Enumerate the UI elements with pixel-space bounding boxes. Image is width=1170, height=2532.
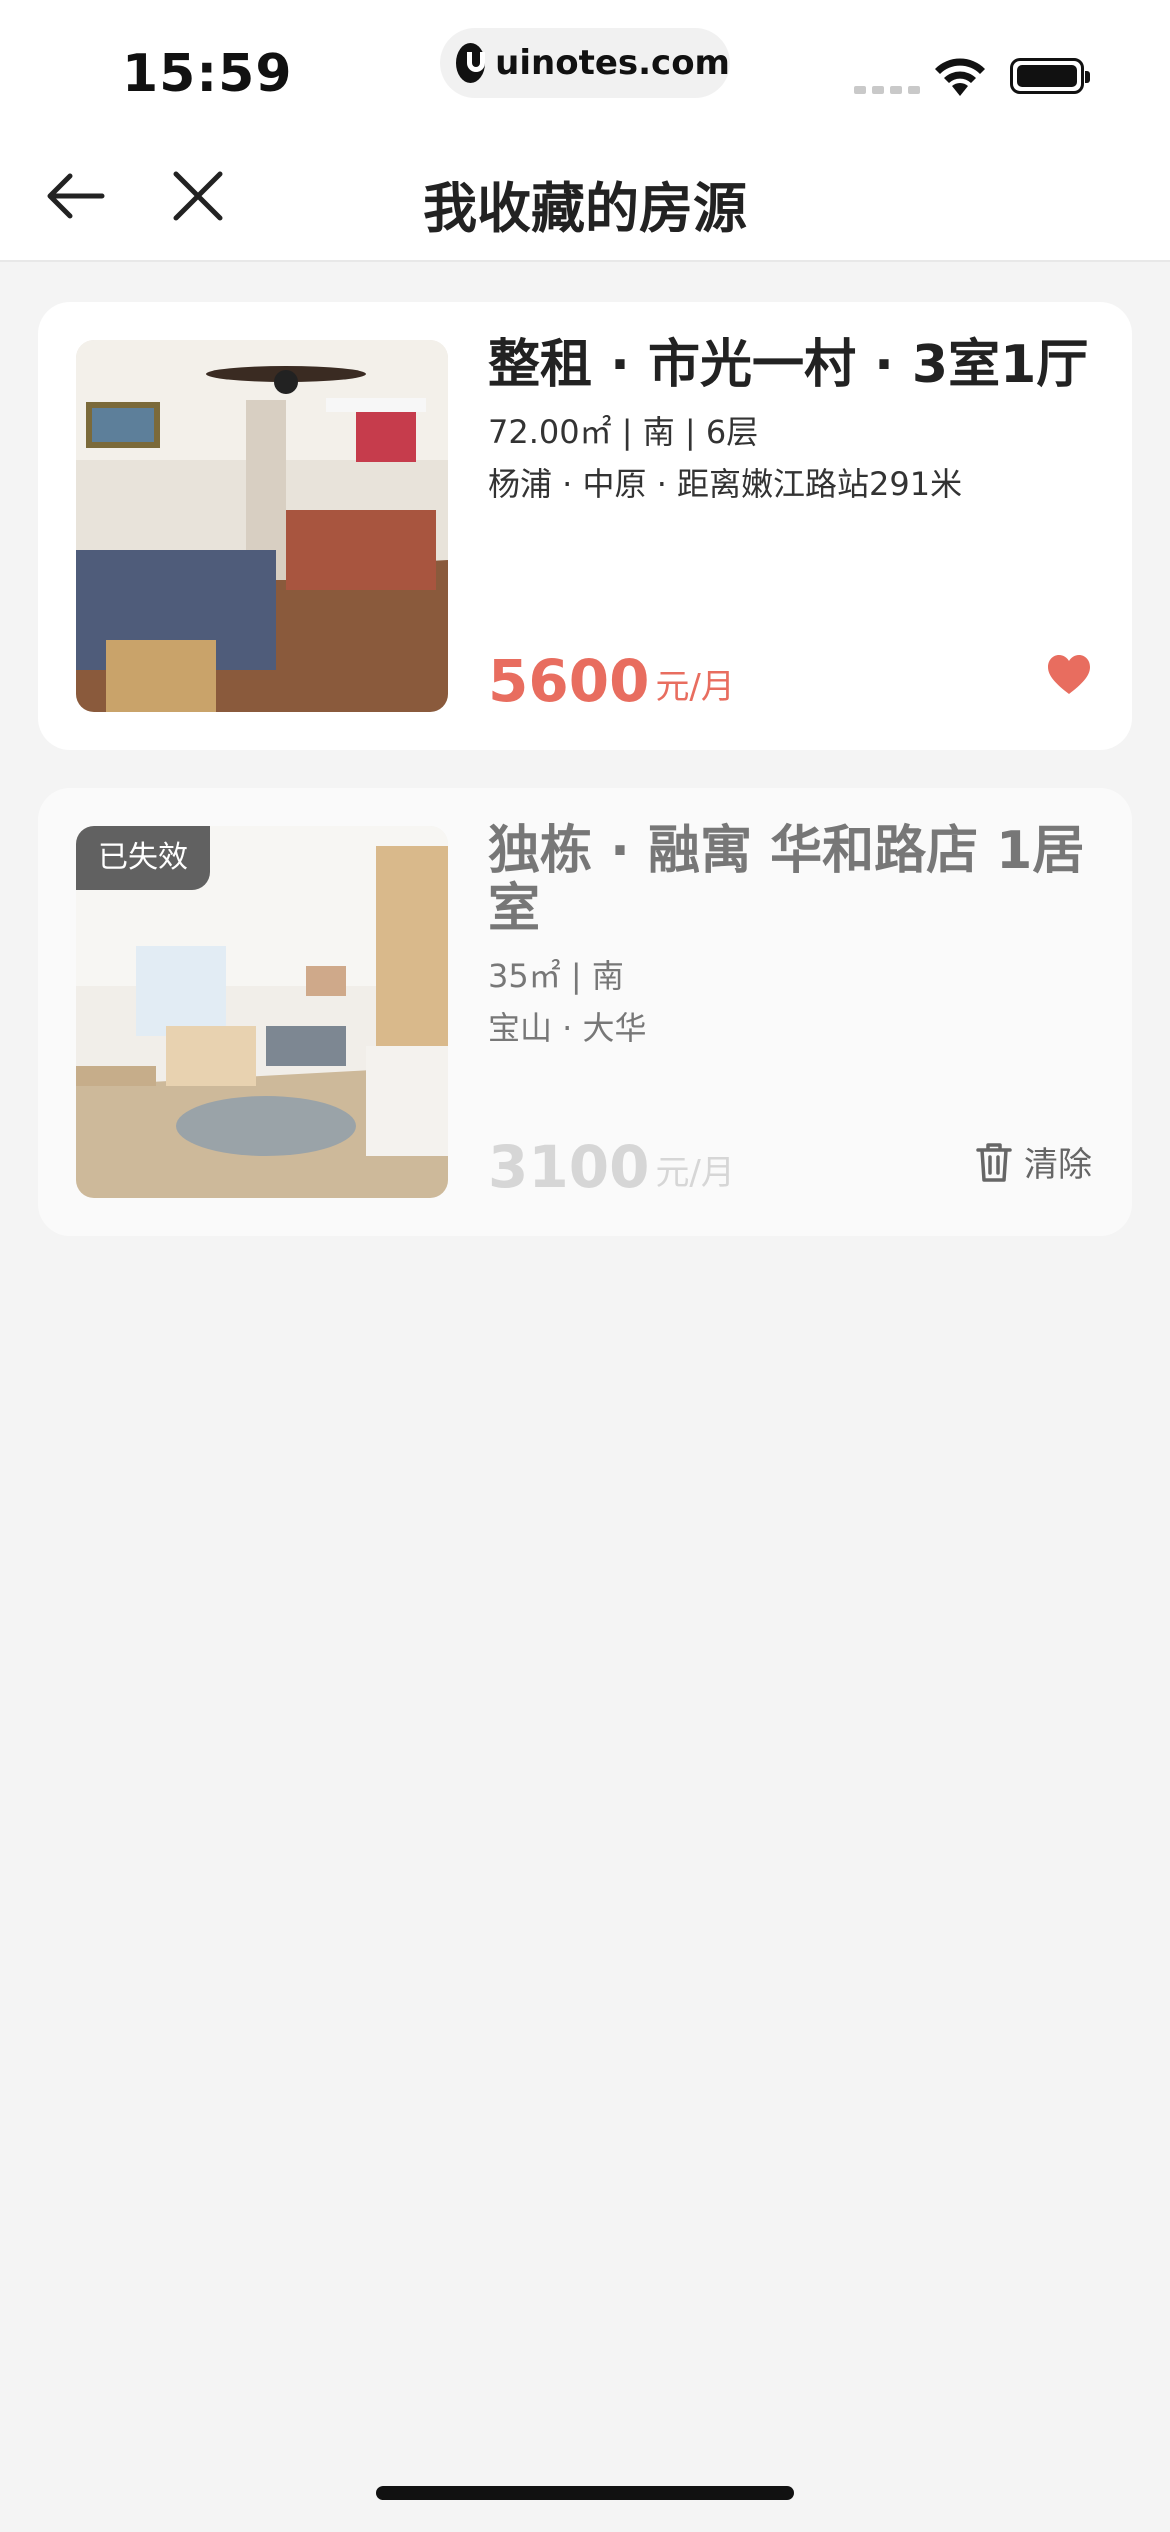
listing-location: 杨浦 · 中原 · 距离嫩江路站291米 xyxy=(488,465,963,503)
price-unit: 元/月 xyxy=(655,667,735,707)
listing-card[interactable]: 已失效 独栋 · 融寓 华和路店 1居室 35㎡ | 南 宝山 · 大华 310… xyxy=(38,788,1132,1236)
cellular-signal-icon xyxy=(854,86,920,94)
clear-button[interactable]: 清除 xyxy=(974,1137,1092,1186)
page-title: 我收藏的房源 xyxy=(423,177,747,240)
listing-info: 整租 · 市光一村 · 3室1厅 72.00㎡ | 南 | 6层 杨浦 · 中原… xyxy=(488,336,1092,716)
status-bar: 15:59 uinotes.com xyxy=(0,0,1170,130)
listing-photo xyxy=(76,340,448,712)
listing-photo: 已失效 xyxy=(76,826,448,1198)
home-indicator[interactable] xyxy=(376,2486,794,2500)
listing-specs: 72.00㎡ | 南 | 6层 xyxy=(488,413,759,451)
listing-title: 整租 · 市光一村 · 3室1厅 xyxy=(488,335,1089,395)
wifi-icon xyxy=(935,58,985,96)
nav-bar: 我收藏的房源 xyxy=(0,130,1170,262)
trash-icon xyxy=(976,1142,1012,1182)
listing-card[interactable]: 整租 · 市光一村 · 3室1厅 72.00㎡ | 南 | 6层 杨浦 · 中原… xyxy=(38,302,1132,750)
url-pill[interactable]: uinotes.com xyxy=(440,28,730,98)
clear-label: 清除 xyxy=(1024,1145,1092,1185)
battery-icon xyxy=(1010,58,1090,94)
url-text: uinotes.com xyxy=(495,43,730,83)
listing-info: 独栋 · 融寓 华和路店 1居室 35㎡ | 南 宝山 · 大华 3100 元/… xyxy=(488,822,1092,1202)
listing-title: 独栋 · 融寓 华和路店 1居室 xyxy=(488,821,1085,939)
price-row: 5600 元/月 xyxy=(488,632,1092,712)
expired-badge: 已失效 xyxy=(76,826,210,890)
listing-price: 5600 xyxy=(488,647,650,715)
listing-price: 3100 xyxy=(488,1133,650,1201)
listing-specs: 35㎡ | 南 xyxy=(488,957,624,995)
price-unit: 元/月 xyxy=(655,1153,735,1193)
listing-location: 宝山 · 大华 xyxy=(488,1009,647,1047)
heart-icon[interactable] xyxy=(1046,654,1092,696)
status-time: 15:59 xyxy=(122,44,293,104)
site-logo-icon xyxy=(456,43,486,83)
price-row: 3100 元/月 清除 xyxy=(488,1118,1092,1198)
